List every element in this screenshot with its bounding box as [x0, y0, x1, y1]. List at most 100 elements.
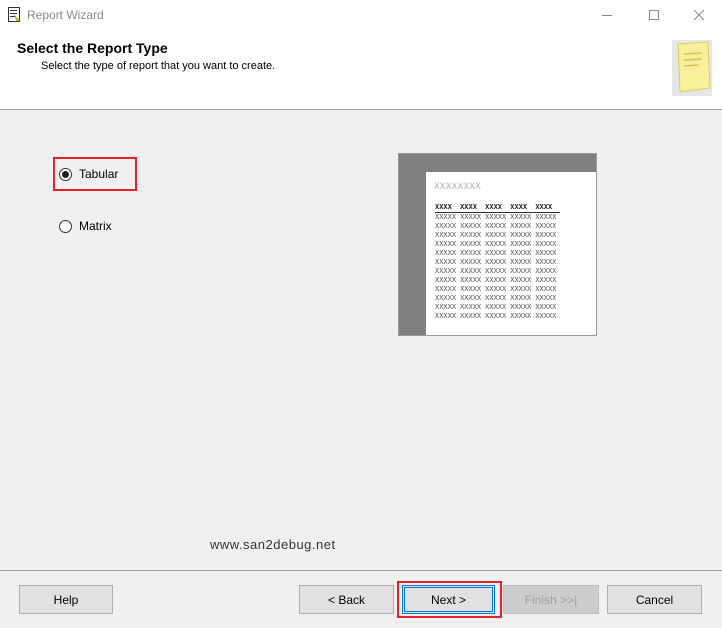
preview-cell: XXXXX	[485, 249, 507, 257]
preview-cell: XXXXX	[510, 267, 532, 275]
radio-tabular[interactable]: Tabular	[59, 164, 118, 184]
preview-cell: XXXXX	[535, 267, 557, 275]
preview-row: XXXXX XXXXX XXXXX XXXXX XXXXX	[435, 276, 560, 285]
preview-cell: XXXXX	[485, 285, 507, 293]
title-bar: Report Wizard	[0, 0, 722, 30]
preview-cell: XXXXX	[510, 285, 532, 293]
preview-cell: XXXXX	[435, 213, 457, 221]
preview-cell: XXXXX	[485, 312, 507, 320]
preview-cell: XXXXX	[435, 267, 457, 275]
preview-cell: XXXXX	[535, 240, 557, 248]
close-button[interactable]	[676, 0, 722, 30]
preview-cell: XXXXX	[535, 285, 557, 293]
preview-cell: XXXXX	[435, 249, 457, 257]
preview-header-cell: XXXX	[460, 203, 486, 213]
preview-row: XXXXX XXXXX XXXXX XXXXX XXXXX	[435, 240, 560, 249]
window-title: Report Wizard	[27, 8, 104, 22]
radio-matrix[interactable]: Matrix	[59, 216, 112, 236]
preview-cell: XXXXX	[510, 303, 532, 311]
preview-cell: XXXXX	[435, 231, 457, 239]
radio-button-unchecked[interactable]	[59, 219, 72, 233]
radio-label-matrix: Matrix	[79, 219, 112, 233]
preview-cell: XXXXX	[485, 231, 507, 239]
preview-row: XXXXX XXXXX XXXXX XXXXX XXXXX	[435, 312, 560, 321]
radio-button-checked[interactable]	[59, 167, 72, 181]
preview-cell: XXXXX	[460, 258, 482, 266]
preview-cell: XXXXX	[535, 249, 557, 257]
preview-cell: XXXXX	[435, 276, 457, 284]
preview-header-cell: XXXX	[485, 203, 511, 213]
preview-header-cell: XXXX	[435, 203, 461, 213]
preview-row: XXXXX XXXXX XXXXX XXXXX XXXXX	[435, 231, 560, 240]
preview-cell: XXXXX	[460, 231, 482, 239]
preview-cell: XXXXX	[535, 312, 557, 320]
preview-cell: XXXXX	[510, 240, 532, 248]
preview-cell: XXXXX	[535, 213, 557, 221]
preview-cell: XXXXX	[535, 222, 557, 230]
maximize-icon	[649, 10, 659, 20]
preview-cell: XXXXX	[485, 294, 507, 302]
preview-cell: XXXXX	[460, 276, 482, 284]
preview-row: XXXXX XXXXX XXXXX XXXXX XXXXX	[435, 267, 560, 276]
page-title: Select the Report Type	[17, 40, 168, 56]
preview-cell: XXXXX	[535, 303, 557, 311]
page-subtitle: Select the type of report that you want …	[41, 60, 276, 72]
preview-cell: XXXXX	[460, 312, 482, 320]
help-button[interactable]: Help	[19, 585, 113, 614]
preview-cell: XXXXX	[460, 267, 482, 275]
preview-cell: XXXXX	[510, 249, 532, 257]
preview-header-cell: XXXX	[510, 203, 536, 213]
preview-cell: XXXXX	[435, 258, 457, 266]
preview-row: XXXXX XXXXX XXXXX XXXXX XXXXX	[435, 285, 560, 294]
preview-cell: XXXXX	[510, 312, 532, 320]
report-wizard-window: Report Wizard Select the Report Type Sel…	[0, 0, 722, 628]
preview-cell: XXXXX	[510, 213, 532, 221]
preview-cell: XXXXX	[435, 294, 457, 302]
focus-ring	[404, 587, 493, 612]
preview-cell: XXXXX	[510, 222, 532, 230]
watermark-text: www.san2debug.net	[210, 537, 336, 552]
preview-cell: XXXXX	[510, 258, 532, 266]
preview-cell: XXXXX	[460, 249, 482, 257]
next-button[interactable]: Next >	[402, 585, 495, 614]
preview-cell: XXXXX	[535, 276, 557, 284]
preview-cell: XXXXX	[435, 303, 457, 311]
preview-row: XXXXX XXXXX XXXXX XXXXX XXXXX	[435, 222, 560, 231]
preview-cell: XXXXX	[460, 303, 482, 311]
preview-cell: XXXXX	[510, 231, 532, 239]
minimize-button[interactable]	[584, 0, 630, 30]
back-button[interactable]: < Back	[299, 585, 394, 614]
preview-cell: XXXXX	[510, 294, 532, 302]
preview-cell: XXXXX	[485, 213, 507, 221]
footer-divider	[0, 570, 722, 571]
preview-row: XXXXX XXXXX XXXXX XXXXX XXXXX	[435, 249, 560, 258]
preview-cell: XXXXX	[510, 276, 532, 284]
preview-cell: XXXXX	[535, 231, 557, 239]
preview-cell: XXXXX	[485, 240, 507, 248]
preview-cell: XXXXX	[460, 294, 482, 302]
preview-cell: XXXXX	[460, 240, 482, 248]
preview-cell: XXXXX	[485, 258, 507, 266]
preview-cell: XXXXX	[460, 213, 482, 221]
wizard-header: Select the Report Type Select the type o…	[0, 30, 722, 110]
preview-cell: XXXXX	[435, 222, 457, 230]
preview-row: XXXXX XXXXX XXXXX XXXXX XXXXX	[435, 258, 560, 267]
finish-button[interactable]: Finish >>|	[503, 585, 599, 614]
report-wizard-icon	[8, 7, 21, 22]
preview-page: XXXXXXXX XXXX XXXX XXXX XXXX XXXX XXXXX XXXXX…	[426, 172, 596, 335]
preview-cell: XXXXX	[435, 285, 457, 293]
preview-cell: XXXXX	[460, 285, 482, 293]
minimize-icon	[602, 15, 612, 16]
report-preview: XXXXXXXX XXXX XXXX XXXX XXXX XXXX XXXXX XXXXX…	[398, 153, 597, 336]
cancel-button[interactable]: Cancel	[607, 585, 702, 614]
maximize-button[interactable]	[631, 0, 677, 30]
preview-row: XXXXX XXXXX XXXXX XXXXX XXXXX	[435, 303, 560, 312]
preview-header-cell: XXXX	[535, 203, 561, 213]
preview-cell: XXXXX	[535, 294, 557, 302]
report-document-icon	[672, 40, 712, 96]
close-icon	[694, 10, 704, 20]
preview-cell: XXXXX	[485, 276, 507, 284]
preview-cell: XXXXX	[485, 303, 507, 311]
preview-row: XXXXX XXXXX XXXXX XXXXX XXXXX	[435, 294, 560, 303]
preview-cell: XXXXX	[435, 312, 457, 320]
